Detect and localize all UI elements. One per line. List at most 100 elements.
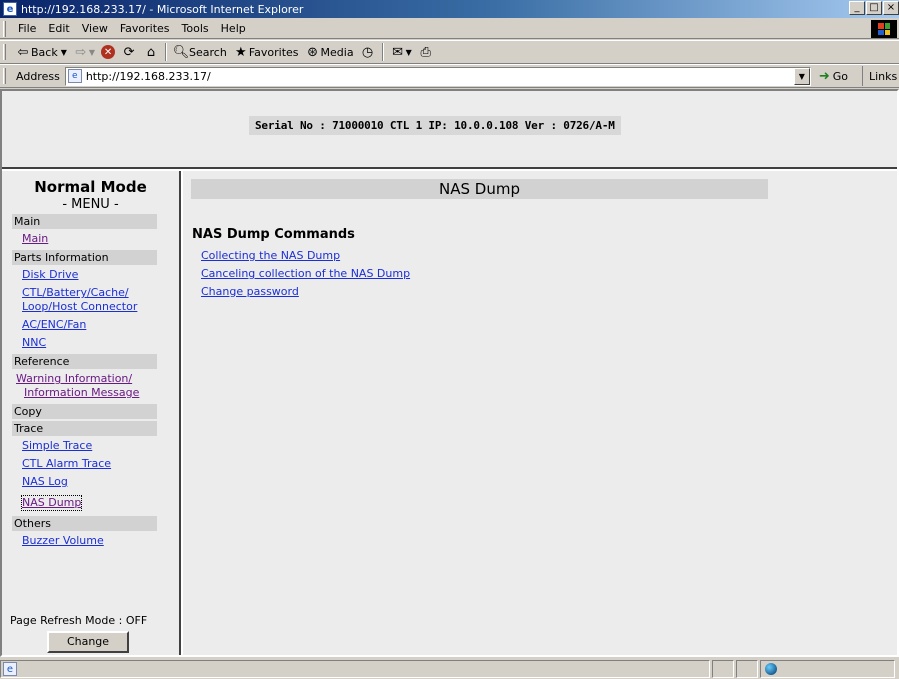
toolbar-grip: [3, 68, 6, 84]
toolbar-grip: [3, 20, 6, 37]
status-text-panel: e: [0, 660, 710, 678]
link-line: CTL/Battery/Cache/: [22, 286, 129, 299]
menu-favorites[interactable]: Favorites: [114, 22, 176, 35]
go-label: Go: [832, 69, 848, 83]
menu-view[interactable]: View: [76, 22, 114, 35]
home-icon: ⌂: [146, 44, 156, 60]
favorites-button[interactable]: ★ Favorites: [230, 42, 302, 62]
section-copy: Copy: [12, 404, 157, 419]
mail-button[interactable]: ✉ ▼: [387, 42, 415, 62]
address-input[interactable]: e http://192.168.233.17/ ▼: [64, 66, 811, 86]
section-others: Others: [12, 516, 157, 531]
print-icon: ⎙: [420, 44, 431, 60]
home-button[interactable]: ⌂: [140, 42, 162, 62]
mode-title: Normal Mode: [34, 178, 147, 196]
go-arrow-icon: ➜: [818, 68, 830, 84]
section-reference: Reference: [12, 354, 157, 369]
section-parts-information: Parts Information: [12, 250, 157, 265]
media-icon: ⊛: [307, 44, 318, 60]
go-button[interactable]: ➜ Go: [819, 69, 848, 84]
back-button[interactable]: ⇦ Back ▼: [12, 42, 70, 62]
windows-logo-icon: [871, 20, 897, 38]
sidebar-link-buzzer-volume[interactable]: Buzzer Volume: [22, 534, 179, 548]
links-toolbar[interactable]: Links: [861, 66, 898, 86]
status-panel: [712, 660, 734, 678]
mail-icon: ✉: [392, 44, 404, 60]
toolbar-separator: [381, 43, 384, 61]
search-label: Search: [189, 45, 227, 59]
section-trace: Trace: [12, 421, 157, 436]
forward-arrow-icon: ⇨: [75, 44, 87, 60]
stop-button[interactable]: ✕: [98, 42, 118, 62]
address-label: Address: [16, 69, 60, 83]
standard-toolbar: ⇦ Back ▼ ⇨ ▼ ✕ ⟳ ⌂ 🔍︎ Search ★ Favorites…: [0, 40, 899, 64]
sidebar-link-ctl-alarm-trace[interactable]: CTL Alarm Trace: [22, 457, 179, 471]
history-button[interactable]: ◷: [357, 42, 379, 62]
change-button[interactable]: Change: [47, 631, 129, 653]
link-line: Loop/Host Connector: [22, 300, 138, 313]
sidebar-link-warning-information[interactable]: Warning Information/ Information Message: [16, 372, 179, 400]
page-title: NAS Dump: [191, 179, 768, 199]
address-url[interactable]: http://192.168.233.17/: [86, 70, 211, 83]
refresh-icon: ⟳: [123, 44, 135, 60]
main-content: NAS Dump NAS Dump Commands Collecting th…: [183, 171, 897, 655]
sidebar-link-nas-log[interactable]: NAS Log: [22, 475, 179, 489]
status-bar: e: [0, 659, 899, 679]
menu-edit[interactable]: Edit: [42, 22, 75, 35]
sidebar-link-ctl-battery-cache[interactable]: CTL/Battery/Cache/ Loop/Host Connector: [22, 286, 179, 314]
chevron-down-icon[interactable]: ▼: [406, 48, 412, 57]
menu-bar: File Edit View Favorites Tools Help: [0, 19, 899, 39]
ie-icon: e: [3, 2, 17, 16]
commands-heading: NAS Dump Commands: [192, 227, 355, 242]
close-button[interactable]: ×: [883, 1, 899, 15]
section-main: Main: [12, 214, 157, 229]
print-button[interactable]: ⎙: [415, 42, 437, 62]
favorites-icon: ★: [235, 44, 247, 60]
sidebar-link-ac-enc-fan[interactable]: AC/ENC/Fan: [22, 318, 179, 332]
menu-file[interactable]: File: [12, 22, 42, 35]
sidebar-link-main[interactable]: Main: [22, 232, 179, 246]
address-dropdown-button[interactable]: ▼: [793, 67, 810, 85]
window-title-bar[interactable]: e http://192.168.233.17/ - Microsoft Int…: [0, 0, 899, 18]
cancel-nas-dump-link[interactable]: Canceling collection of the NAS Dump: [201, 265, 410, 283]
page-icon: e: [67, 69, 82, 83]
sidebar-link-nnc[interactable]: NNC: [22, 336, 179, 350]
sidebar-link-nas-dump[interactable]: NAS Dump: [20, 495, 83, 511]
link-line: Information Message: [24, 386, 140, 399]
ie-page-icon: e: [3, 662, 17, 676]
links-label: Links: [868, 69, 898, 83]
menu-title: - MENU -: [62, 197, 119, 212]
media-button[interactable]: ⊛ Media: [302, 42, 357, 62]
favorites-label: Favorites: [248, 45, 299, 59]
status-panel: [736, 660, 758, 678]
device-info: Serial No : 71000010 CTL 1 IP: 10.0.0.10…: [249, 116, 621, 135]
sidebar-menu: Normal Mode - MENU - Main Main Parts Inf…: [2, 171, 181, 655]
menu-help[interactable]: Help: [215, 22, 252, 35]
window-title: http://192.168.233.17/ - Microsoft Inter…: [21, 2, 304, 16]
page-viewport: Serial No : 71000010 CTL 1 IP: 10.0.0.10…: [0, 89, 899, 657]
toolbar-separator: [165, 43, 168, 61]
forward-button[interactable]: ⇨ ▼: [70, 42, 98, 62]
refresh-button[interactable]: ⟳: [118, 42, 140, 62]
search-icon: 🔍︎: [172, 44, 190, 60]
command-list: Collecting the NAS Dump Canceling collec…: [201, 247, 410, 301]
sidebar-link-disk-drive[interactable]: Disk Drive: [22, 268, 179, 282]
collect-nas-dump-link[interactable]: Collecting the NAS Dump: [201, 247, 410, 265]
search-button[interactable]: 🔍︎ Search: [170, 42, 230, 62]
menu-tools[interactable]: Tools: [176, 22, 215, 35]
zone-panel: [760, 660, 895, 678]
media-label: Media: [320, 45, 354, 59]
sidebar-link-simple-trace[interactable]: Simple Trace: [22, 439, 179, 453]
maximize-button[interactable]: □: [866, 1, 882, 15]
back-arrow-icon: ⇦: [17, 44, 29, 60]
toolbar-grip: [3, 44, 6, 60]
address-bar: Address e http://192.168.233.17/ ▼ ➜ Go …: [0, 64, 899, 88]
history-icon: ◷: [361, 44, 374, 60]
header-banner: Serial No : 71000010 CTL 1 IP: 10.0.0.10…: [2, 91, 897, 169]
page-refresh-mode: Page Refresh Mode : OFF: [10, 614, 148, 627]
back-label: Back: [31, 45, 58, 59]
change-password-link[interactable]: Change password: [201, 283, 410, 301]
minimize-button[interactable]: _: [849, 1, 865, 15]
chevron-down-icon[interactable]: ▼: [89, 48, 95, 57]
chevron-down-icon[interactable]: ▼: [61, 48, 67, 57]
